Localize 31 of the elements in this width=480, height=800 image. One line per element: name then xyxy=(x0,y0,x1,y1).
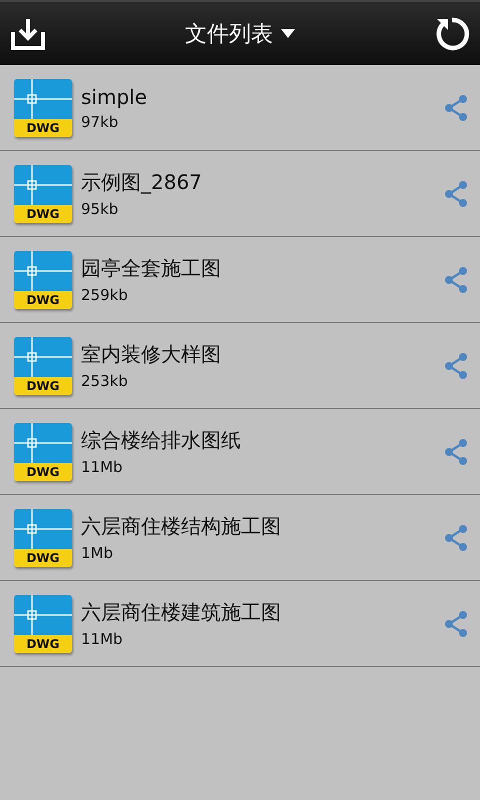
file-row[interactable]: DWG 室内装修大样图 253kb xyxy=(0,323,480,409)
file-row[interactable]: DWG 园亭全套施工图 259kb xyxy=(0,237,480,323)
share-icon[interactable] xyxy=(444,352,468,378)
refresh-icon[interactable] xyxy=(434,16,470,52)
share-icon[interactable] xyxy=(444,438,468,464)
file-name: 室内装修大样图 xyxy=(81,341,221,368)
file-size: 11Mb xyxy=(81,458,123,476)
file-name: 示例图_2867 xyxy=(81,169,202,196)
file-row[interactable]: DWG 六层商住楼结构施工图 1Mb xyxy=(0,495,480,581)
file-size: 1Mb xyxy=(81,544,114,562)
file-size: 95kb xyxy=(81,200,118,218)
share-icon[interactable] xyxy=(444,266,468,292)
file-size: 97kb xyxy=(81,112,118,130)
file-name: 六层商住楼结构施工图 xyxy=(81,513,281,540)
file-row[interactable]: DWG 综合楼给排水图纸 11Mb xyxy=(0,409,480,495)
share-icon[interactable] xyxy=(444,180,468,206)
file-size: 253kb xyxy=(81,372,128,390)
share-icon[interactable] xyxy=(444,610,468,636)
file-row[interactable]: DWG simple 97kb xyxy=(0,65,480,151)
file-size: 11Mb xyxy=(81,630,123,648)
file-row[interactable]: DWG 六层商住楼建筑施工图 11Mb xyxy=(0,581,480,667)
file-name: 综合楼给排水图纸 xyxy=(81,427,241,454)
title-dropdown[interactable]: 文件列表 xyxy=(181,14,299,52)
file-name: simple xyxy=(81,84,148,108)
file-name: 六层商住楼建筑施工图 xyxy=(81,599,281,626)
file-row[interactable]: DWG 示例图_2867 95kb xyxy=(0,151,480,237)
file-size: 259kb xyxy=(81,286,128,304)
share-icon[interactable] xyxy=(444,524,468,550)
share-icon[interactable] xyxy=(444,94,468,120)
caret-icon xyxy=(281,29,295,38)
file-name: 园亭全套施工图 xyxy=(81,255,221,282)
